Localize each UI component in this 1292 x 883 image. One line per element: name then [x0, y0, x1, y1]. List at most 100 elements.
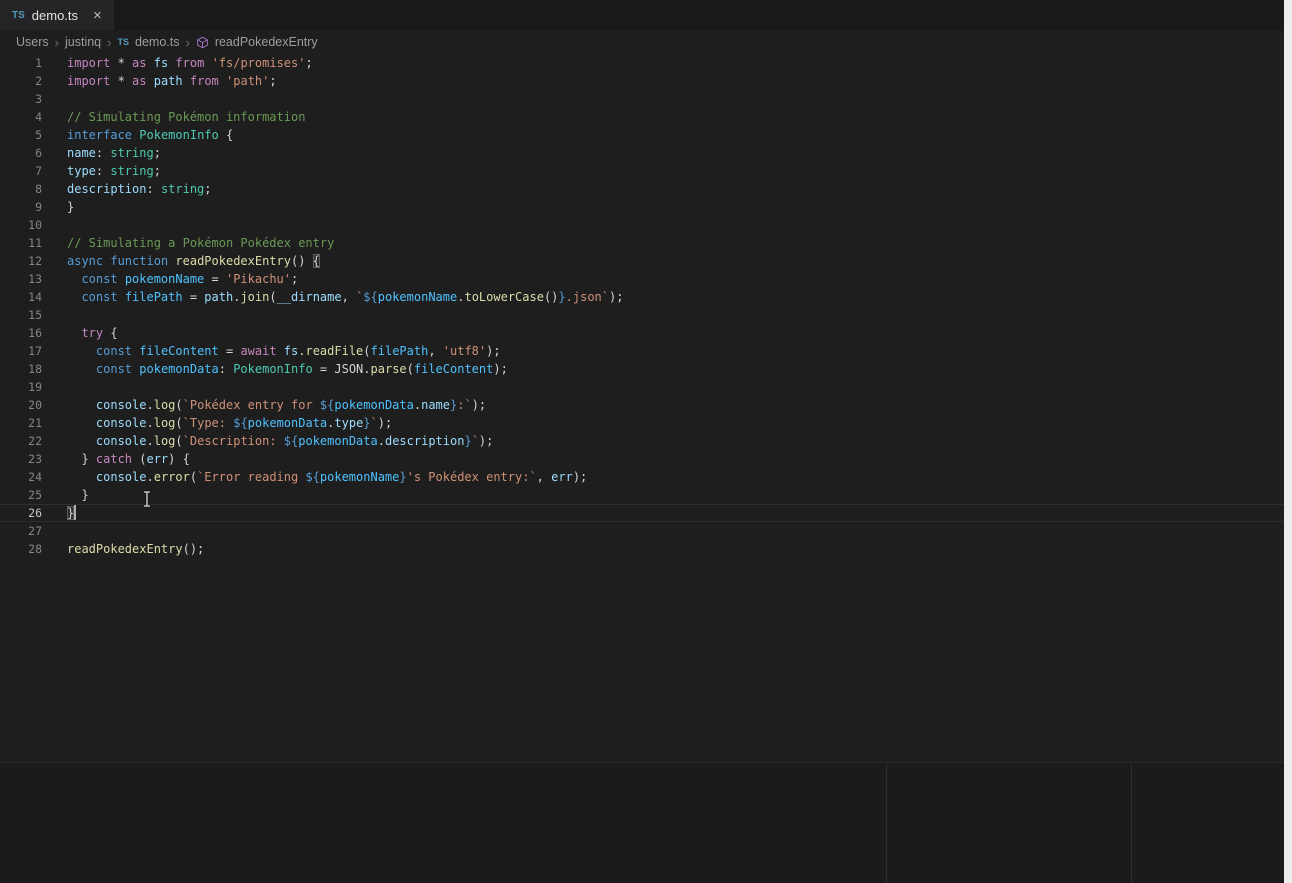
code-line-23[interactable]: 23 } catch (err) { — [0, 450, 1284, 468]
code-text: type: string; — [42, 162, 161, 180]
background-window-edge — [1284, 0, 1292, 883]
code-line-20[interactable]: 20 console.log(`Pokédex entry for ${poke… — [0, 396, 1284, 414]
line-number[interactable]: 25 — [0, 486, 42, 504]
code-text: } — [42, 486, 89, 504]
code-text: console.log(`Description: ${pokemonData.… — [42, 432, 493, 450]
code-line-22[interactable]: 22 console.log(`Description: ${pokemonDa… — [0, 432, 1284, 450]
line-number[interactable]: 17 — [0, 342, 42, 360]
code-line-17[interactable]: 17 const fileContent = await fs.readFile… — [0, 342, 1284, 360]
code-text: } — [42, 504, 76, 522]
code-line-4[interactable]: 4// Simulating Pokémon information — [0, 108, 1284, 126]
code-line-16[interactable]: 16 try { — [0, 324, 1284, 342]
code-text: const pokemonName = 'Pikachu'; — [42, 270, 298, 288]
line-number[interactable]: 9 — [0, 198, 42, 216]
code-text — [42, 216, 67, 234]
code-line-11[interactable]: 11// Simulating a Pokémon Pokédex entry — [0, 234, 1284, 252]
code-line-21[interactable]: 21 console.log(`Type: ${pokemonData.type… — [0, 414, 1284, 432]
close-tab-icon[interactable]: × — [93, 8, 102, 23]
line-number[interactable]: 8 — [0, 180, 42, 198]
code-line-13[interactable]: 13 const pokemonName = 'Pikachu'; — [0, 270, 1284, 288]
background-window-band — [0, 762, 1284, 883]
code-line-1[interactable]: 1import * as fs from 'fs/promises'; — [0, 54, 1284, 72]
line-number[interactable]: 16 — [0, 324, 42, 342]
background-divider — [1131, 763, 1132, 883]
code-line-18[interactable]: 18 const pokemonData: PokemonInfo = JSON… — [0, 360, 1284, 378]
code-line-14[interactable]: 14 const filePath = path.join(__dirname,… — [0, 288, 1284, 306]
line-number[interactable]: 4 — [0, 108, 42, 126]
breadcrumb-item-symbol[interactable]: readPokedexEntry — [215, 35, 318, 49]
line-number[interactable]: 21 — [0, 414, 42, 432]
chevron-right-icon: › — [185, 35, 189, 50]
code-text: const fileContent = await fs.readFile(fi… — [42, 342, 501, 360]
code-text: async function readPokedexEntry() { — [42, 252, 320, 270]
breadcrumb-item-file[interactable]: demo.ts — [135, 35, 179, 49]
line-number[interactable]: 18 — [0, 360, 42, 378]
line-number[interactable]: 13 — [0, 270, 42, 288]
line-number[interactable]: 28 — [0, 540, 42, 558]
line-number[interactable]: 5 — [0, 126, 42, 144]
code-text — [42, 522, 67, 540]
code-text: } — [42, 198, 74, 216]
line-number[interactable]: 10 — [0, 216, 42, 234]
line-number[interactable]: 19 — [0, 378, 42, 396]
line-number[interactable]: 3 — [0, 90, 42, 108]
code-line-26[interactable]: 26} — [0, 504, 1284, 522]
breadcrumb-item-justinq[interactable]: justinq — [65, 35, 101, 49]
breadcrumb-item-users[interactable]: Users — [16, 35, 49, 49]
symbol-method-icon — [196, 36, 209, 49]
code-line-24[interactable]: 24 console.error(`Error reading ${pokemo… — [0, 468, 1284, 486]
code-text: readPokedexEntry(); — [42, 540, 204, 558]
code-line-25[interactable]: 25 } — [0, 486, 1284, 504]
code-line-10[interactable]: 10 — [0, 216, 1284, 234]
code-editor[interactable]: 1import * as fs from 'fs/promises';2impo… — [0, 54, 1284, 558]
line-number[interactable]: 2 — [0, 72, 42, 90]
code-text: console.error(`Error reading ${pokemonNa… — [42, 468, 587, 486]
line-number[interactable]: 27 — [0, 522, 42, 540]
code-text: // Simulating a Pokémon Pokédex entry — [42, 234, 334, 252]
tab-demo-ts[interactable]: TS demo.ts × — [0, 0, 114, 30]
code-text: try { — [42, 324, 118, 342]
line-number[interactable]: 15 — [0, 306, 42, 324]
typescript-file-icon: TS — [12, 10, 25, 21]
code-line-5[interactable]: 5interface PokemonInfo { — [0, 126, 1284, 144]
chevron-right-icon: › — [55, 35, 59, 50]
code-line-15[interactable]: 15 — [0, 306, 1284, 324]
line-number[interactable]: 23 — [0, 450, 42, 468]
code-line-27[interactable]: 27 — [0, 522, 1284, 540]
line-number[interactable]: 14 — [0, 288, 42, 306]
code-text: import * as fs from 'fs/promises'; — [42, 54, 313, 72]
code-text: interface PokemonInfo { — [42, 126, 233, 144]
line-number[interactable]: 24 — [0, 468, 42, 486]
code-line-28[interactable]: 28readPokedexEntry(); — [0, 540, 1284, 558]
code-line-9[interactable]: 9} — [0, 198, 1284, 216]
line-number[interactable]: 6 — [0, 144, 42, 162]
code-text — [42, 378, 67, 396]
code-line-3[interactable]: 3 — [0, 90, 1284, 108]
code-line-7[interactable]: 7type: string; — [0, 162, 1284, 180]
tab-bar: TS demo.ts × — [0, 0, 1292, 30]
code-text — [42, 306, 67, 324]
code-line-8[interactable]: 8description: string; — [0, 180, 1284, 198]
breadcrumb: Users › justinq › TS demo.ts › readPoked… — [0, 30, 1292, 54]
chevron-right-icon: › — [107, 35, 111, 50]
code-line-6[interactable]: 6name: string; — [0, 144, 1284, 162]
code-line-12[interactable]: 12async function readPokedexEntry() { — [0, 252, 1284, 270]
code-line-2[interactable]: 2import * as path from 'path'; — [0, 72, 1284, 90]
code-text: } catch (err) { — [42, 450, 190, 468]
line-number[interactable]: 7 — [0, 162, 42, 180]
code-text: name: string; — [42, 144, 161, 162]
text-caret — [74, 505, 76, 520]
code-text: description: string; — [42, 180, 212, 198]
line-number[interactable]: 11 — [0, 234, 42, 252]
line-number[interactable]: 12 — [0, 252, 42, 270]
code-line-19[interactable]: 19 — [0, 378, 1284, 396]
line-number[interactable]: 22 — [0, 432, 42, 450]
line-number[interactable]: 20 — [0, 396, 42, 414]
line-number[interactable]: 1 — [0, 54, 42, 72]
line-number[interactable]: 26 — [0, 504, 42, 522]
code-text: import * as path from 'path'; — [42, 72, 277, 90]
code-text: const pokemonData: PokemonInfo = JSON.pa… — [42, 360, 508, 378]
code-text: const filePath = path.join(__dirname, `$… — [42, 288, 623, 306]
code-text — [42, 90, 67, 108]
typescript-file-icon: TS — [117, 37, 129, 47]
